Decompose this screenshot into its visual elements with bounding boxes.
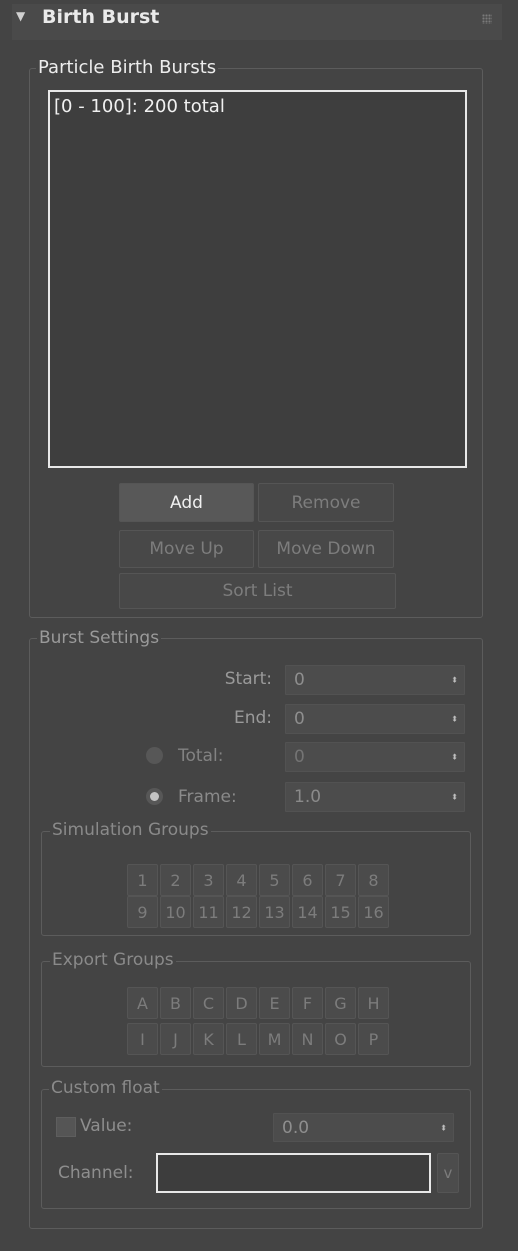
move-up-button[interactable]: Move Up	[119, 530, 254, 568]
spinner-arrows-icon[interactable]: ⬍	[451, 753, 458, 761]
sim-group-button[interactable]: 5	[259, 864, 290, 896]
total-spinner[interactable]: 0 ⬍	[285, 742, 465, 772]
sim-group-button[interactable]: 13	[259, 896, 290, 928]
start-spinner[interactable]: 0 ⬍	[285, 665, 465, 695]
add-button[interactable]: Add	[119, 483, 254, 522]
total-radio[interactable]	[146, 747, 163, 764]
export-group-button[interactable]: M	[259, 1023, 290, 1055]
sim-group-button[interactable]: 16	[358, 896, 389, 928]
rollout-title[interactable]: Birth Burst	[42, 6, 159, 28]
frame-radio[interactable]	[146, 788, 163, 805]
value-label[interactable]: Value:	[80, 1116, 132, 1136]
export-group-button[interactable]: E	[259, 987, 290, 1019]
simulation-groups-label: Simulation Groups	[50, 820, 211, 840]
frame-spinner[interactable]: 1.0 ⬍	[285, 782, 465, 812]
end-value[interactable]: 0	[294, 709, 305, 729]
sort-list-button[interactable]: Sort List	[119, 573, 396, 609]
export-group-button[interactable]: H	[358, 987, 389, 1019]
sim-group-button[interactable]: 9	[127, 896, 158, 928]
spinner-arrows-icon[interactable]: ⬍	[451, 715, 458, 723]
value-spinner[interactable]: 0.0 ⬍	[273, 1113, 454, 1142]
sim-group-button[interactable]: 1	[127, 864, 158, 896]
sim-group-button[interactable]: 7	[325, 864, 356, 896]
export-group-button[interactable]: D	[226, 987, 257, 1019]
sim-group-button[interactable]: 11	[193, 896, 224, 928]
export-groups-row-1: A B C D E F G H	[127, 987, 389, 1019]
spinner-arrows-icon[interactable]: ⬍	[451, 793, 458, 801]
start-value[interactable]: 0	[294, 670, 305, 690]
channel-input[interactable]	[156, 1153, 431, 1193]
export-group-button[interactable]: P	[358, 1023, 389, 1055]
export-group-button[interactable]: F	[292, 987, 323, 1019]
channel-label: Channel:	[58, 1163, 134, 1183]
export-group-button[interactable]: L	[226, 1023, 257, 1055]
total-label[interactable]: Total:	[178, 746, 223, 766]
sim-group-button[interactable]: 6	[292, 864, 323, 896]
export-group-button[interactable]: A	[127, 987, 158, 1019]
simulation-groups-row-1: 1 2 3 4 5 6 7 8	[127, 864, 389, 896]
burst-list[interactable]: [0 - 100]: 200 total	[48, 90, 467, 468]
export-group-button[interactable]: O	[325, 1023, 356, 1055]
sim-group-button[interactable]: 4	[226, 864, 257, 896]
burst-settings-label: Burst Settings	[37, 628, 162, 648]
value-value[interactable]: 0.0	[282, 1118, 309, 1138]
sim-group-button[interactable]: 10	[160, 896, 191, 928]
burst-list-item[interactable]: [0 - 100]: 200 total	[54, 96, 225, 117]
sim-group-button[interactable]: 15	[325, 896, 356, 928]
export-group-button[interactable]: J	[160, 1023, 191, 1055]
end-spinner[interactable]: 0 ⬍	[285, 704, 465, 734]
sim-group-button[interactable]: 2	[160, 864, 191, 896]
sim-group-button[interactable]: 12	[226, 896, 257, 928]
sim-group-button[interactable]: 8	[358, 864, 389, 896]
export-group-button[interactable]: B	[160, 987, 191, 1019]
value-checkbox[interactable]	[56, 1117, 76, 1137]
custom-float-label: Custom float	[49, 1078, 162, 1098]
drag-grip-icon[interactable]	[482, 14, 492, 24]
spinner-arrows-icon[interactable]: ⬍	[440, 1124, 447, 1132]
export-groups-row-2: I J K L M N O P	[127, 1023, 389, 1055]
export-group-button[interactable]: K	[193, 1023, 224, 1055]
export-groups-label: Export Groups	[50, 950, 176, 970]
frame-value[interactable]: 1.0	[294, 787, 321, 807]
export-group-button[interactable]: N	[292, 1023, 323, 1055]
export-group-button[interactable]: I	[127, 1023, 158, 1055]
channel-v-button[interactable]: v	[437, 1153, 459, 1193]
frame-label[interactable]: Frame:	[178, 787, 237, 807]
export-group-button[interactable]: C	[193, 987, 224, 1019]
export-group-button[interactable]: G	[325, 987, 356, 1019]
spinner-arrows-icon[interactable]: ⬍	[451, 676, 458, 684]
remove-button[interactable]: Remove	[258, 483, 394, 522]
move-down-button[interactable]: Move Down	[258, 530, 394, 568]
sim-group-button[interactable]: 14	[292, 896, 323, 928]
particle-birth-bursts-label: Particle Birth Bursts	[36, 57, 219, 78]
collapse-arrow-icon[interactable]: ▼	[16, 9, 25, 23]
sim-group-button[interactable]: 3	[193, 864, 224, 896]
simulation-groups-row-2: 9 10 11 12 13 14 15 16	[127, 896, 389, 928]
total-value[interactable]: 0	[294, 747, 305, 767]
start-label: Start:	[224, 669, 272, 689]
end-label: End:	[233, 708, 272, 728]
